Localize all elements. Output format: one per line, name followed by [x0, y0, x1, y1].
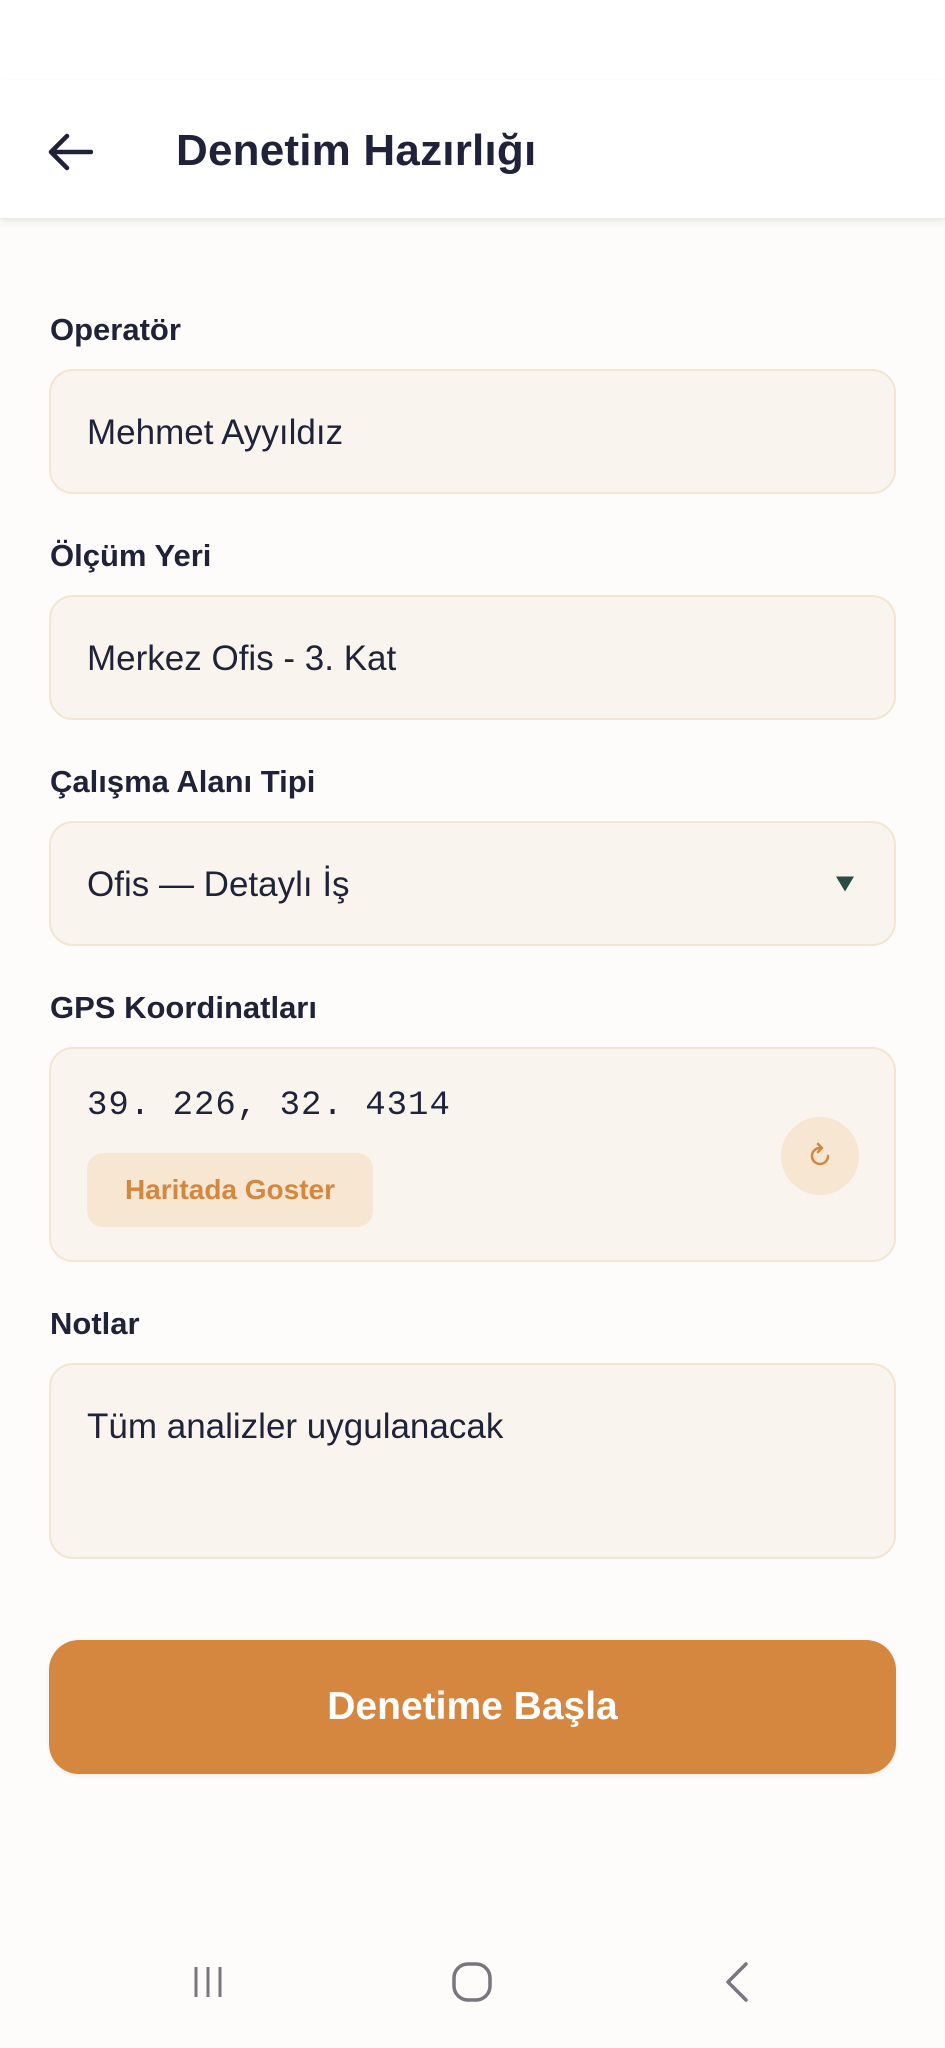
- system-nav-bar: [0, 1920, 945, 2048]
- workspace-type-label: Çalışma Alanı Tipi: [50, 764, 316, 799]
- gps-label: GPS Koordinatları: [50, 990, 317, 1025]
- system-back-button[interactable]: [698, 1942, 778, 2022]
- operator-label: Operatör: [50, 312, 181, 347]
- back-button[interactable]: [38, 120, 102, 184]
- operator-value: Mehmet Ayyıldız: [87, 413, 344, 452]
- recents-button[interactable]: [168, 1942, 248, 2022]
- page-title: Denetim Hazırlığı: [176, 126, 537, 175]
- arrow-left-icon: [48, 133, 93, 171]
- refresh-gps-button[interactable]: [781, 1117, 859, 1195]
- home-button[interactable]: [432, 1942, 512, 2022]
- location-label: Ölçüm Yeri: [50, 538, 212, 573]
- workspace-type-select[interactable]: Ofis — Detaylı İş: [49, 821, 896, 946]
- notes-textarea[interactable]: Tüm analizler uygulanacak: [49, 1363, 896, 1559]
- start-inspection-button[interactable]: Denetime Başla: [49, 1640, 896, 1774]
- refresh-icon: [810, 1142, 830, 1166]
- location-field[interactable]: Merkez Ofis - 3. Kat: [49, 595, 896, 720]
- back-chevron-icon: [726, 1962, 748, 2002]
- gps-field: 39. 226, 32. 4314 Haritada Goster: [49, 1047, 896, 1262]
- app-header: Denetim Hazırlığı: [0, 80, 945, 219]
- home-icon: [452, 1962, 492, 2002]
- location-value: Merkez Ofis - 3. Kat: [87, 639, 397, 678]
- show-on-map-button[interactable]: Haritada Goster: [87, 1153, 373, 1227]
- gps-coordinates: 39. 226, 32. 4314: [87, 1087, 451, 1125]
- operator-field[interactable]: Mehmet Ayyıldız: [49, 369, 896, 494]
- notes-label: Notlar: [50, 1306, 140, 1341]
- recents-icon: [194, 1967, 222, 1997]
- workspace-type-value: Ofis — Detaylı İş: [87, 865, 350, 904]
- status-bar: [0, 0, 945, 80]
- notes-value: Tüm analizler uygulanacak: [87, 1407, 504, 1446]
- dropdown-arrow-icon: [836, 876, 854, 891]
